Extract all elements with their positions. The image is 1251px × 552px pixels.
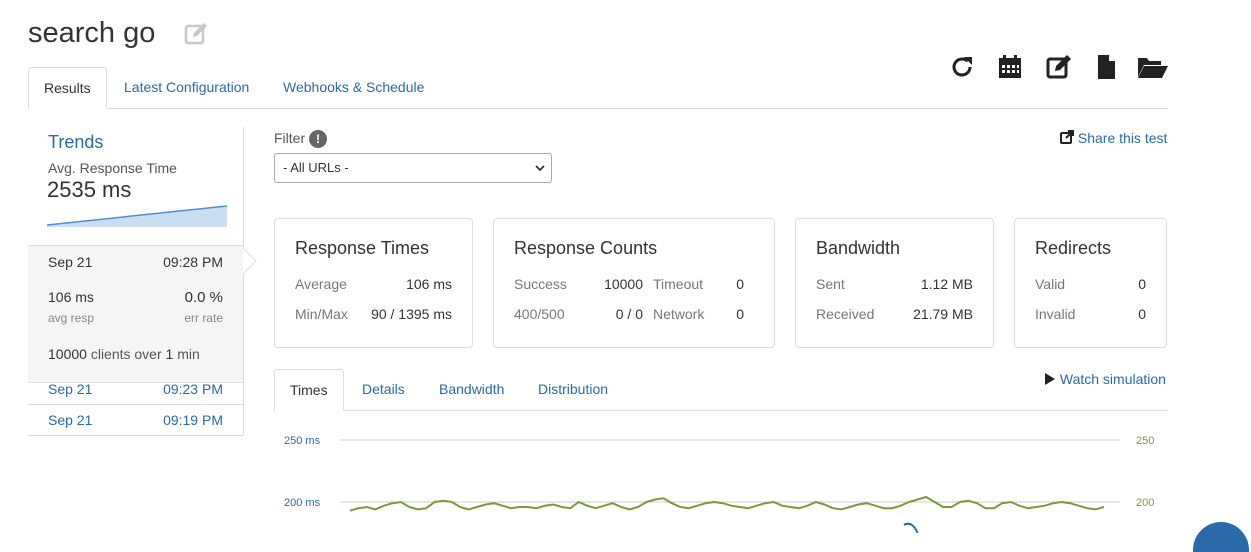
sent-label: Sent [816,276,845,292]
watch-simulation-link[interactable]: Watch simulation [1044,371,1166,387]
redirects-card: Redirects Valid 0 Invalid 0 [1014,218,1167,348]
network-label: Network [653,306,705,322]
edit-title-icon[interactable] [183,21,209,47]
tab-results[interactable]: Results [28,67,107,109]
success-label: Success [514,276,567,292]
card-title: Response Counts [514,238,658,258]
err-rate-label: err rate [184,311,223,325]
chat-widget-button[interactable] [1193,522,1249,552]
valid-value: 0 [1138,276,1146,292]
tab-distribution[interactable]: Distribution [523,369,623,409]
clients-series [903,522,919,536]
err-rate-value: 0.0 % [184,289,223,306]
network-value: 0 [736,306,744,322]
run-date: Sep 21 [48,381,93,397]
url-filter-select[interactable]: - All URLs - [274,153,552,183]
clients-text: clients over [90,346,162,362]
valid-label: Valid [1035,276,1066,292]
share-icon [1060,130,1074,144]
chart-tabs: Times Details Bandwidth Distribution [274,369,1168,411]
average-value: 106 ms [406,276,452,292]
avg-resp-label: avg resp [48,311,95,325]
tab-latest-configuration[interactable]: Latest Configuration [109,67,264,107]
info-icon[interactable]: ! [309,130,327,148]
card-title: Response Times [295,238,430,258]
bandwidth-card: Bandwidth Sent 1.12 MB Received 21.79 MB [795,218,994,348]
page-title: search go [28,17,156,49]
left-tick-label: 250 ms [284,435,321,447]
response-times-card: Response Times Average 106 ms Min/Max 90… [274,218,473,348]
error-value: 0 / 0 [615,306,643,322]
right-tick-label: 200 [1136,497,1154,509]
right-tick-label: 250 [1136,435,1154,447]
duration-value: 1 [165,346,174,362]
tab-webhooks-schedule[interactable]: Webhooks & Schedule [268,67,439,107]
clients-count: 10000 [48,346,87,362]
share-test-label: Share this test [1077,130,1168,146]
average-label: Average [295,276,347,292]
main-tabs: Results Latest Configuration Webhooks & … [28,67,1168,109]
avg-response-value: 2535 ms [47,177,132,202]
invalid-value: 0 [1138,306,1146,322]
play-icon [1045,373,1055,385]
chevron-down-icon [535,165,545,172]
received-value: 21.79 MB [913,306,973,322]
clients-summary: 10000 clients over 1 min [48,346,200,362]
minmax-value: 90 / 1395 ms [371,306,452,322]
left-tick-label: 200 ms [284,497,321,509]
success-value: 10000 [604,276,643,292]
tab-details[interactable]: Details [347,369,420,409]
tab-times[interactable]: Times [274,369,344,411]
duration-unit: min [177,346,200,362]
card-title: Redirects [1035,238,1112,258]
sent-value: 1.12 MB [920,276,973,292]
response-time-series [349,495,1105,512]
filter-label: Filter [274,130,306,146]
avg-resp-value: 106 ms [48,289,94,305]
run-date: Sep 21 [48,254,93,270]
trend-sparkline [47,205,227,227]
response-counts-card: Response Counts Success 10000 Timeout 0 … [493,218,775,348]
invalid-label: Invalid [1035,306,1076,322]
run-date: Sep 21 [48,412,93,428]
active-run-pointer [243,248,257,274]
error-label: 400/500 [514,306,565,322]
run-time: 09:28 PM [163,254,223,270]
card-title: Bandwidth [816,238,901,258]
run-time: 09:19 PM [163,412,223,428]
trends-sidebar: Trends Avg. Response Time 2535 ms Sep 21… [28,127,244,436]
run-row[interactable]: Sep 21 09:19 PM [28,405,243,436]
tab-bandwidth[interactable]: Bandwidth [424,369,519,409]
minmax-label: Min/Max [295,306,348,322]
active-run[interactable]: Sep 21 09:28 PM 106 ms avg resp 0.0 % er… [28,245,243,383]
run-row[interactable]: Sep 21 09:23 PM [28,374,243,405]
received-label: Received [816,306,875,322]
run-time: 09:23 PM [163,381,223,397]
watch-simulation-label: Watch simulation [1059,371,1166,387]
trends-title[interactable]: Trends [48,132,103,153]
url-filter-selected: - All URLs - [283,160,349,175]
timeout-label: Timeout [653,276,704,292]
timeout-value: 0 [736,276,744,292]
response-time-chart: 250 ms 200 ms 250 200 [274,425,1168,536]
share-test-link[interactable]: Share this test [1060,130,1167,146]
avg-response-label: Avg. Response Time [48,160,177,176]
